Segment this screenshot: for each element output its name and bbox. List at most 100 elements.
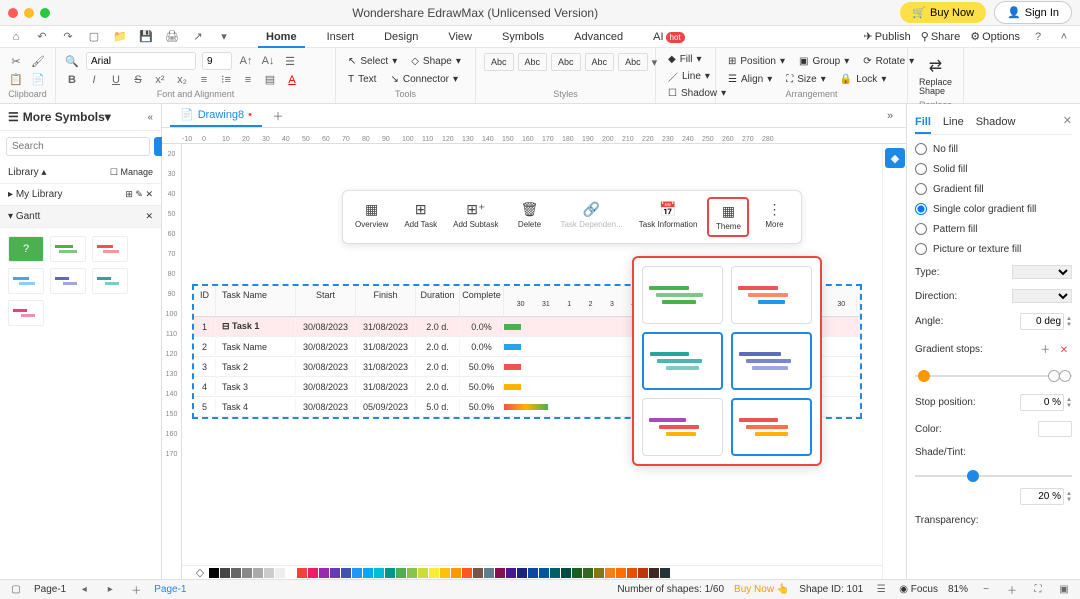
save-icon[interactable]: 💾	[138, 29, 154, 45]
undo-icon[interactable]: ↶	[34, 29, 50, 45]
color-swatch[interactable]	[594, 568, 604, 578]
type-select[interactable]	[1012, 265, 1072, 279]
print-icon[interactable]: 🖨	[164, 29, 180, 45]
color-swatch[interactable]	[297, 568, 307, 578]
fit-page-icon[interactable]: ⛶	[1030, 582, 1046, 598]
lock-tool[interactable]: 🔒 Lock▾	[836, 72, 891, 87]
page-list-icon[interactable]: ▢	[8, 582, 24, 598]
theme-option-3[interactable]	[642, 332, 723, 390]
color-swatch[interactable]	[440, 568, 450, 578]
redo-icon[interactable]: ↷	[60, 29, 76, 45]
format-painter-icon[interactable]: 🖌	[30, 53, 46, 69]
color-swatch[interactable]	[484, 568, 494, 578]
replace-shape-button[interactable]: ⇄ Replace Shape	[916, 52, 955, 100]
color-swatch[interactable]	[231, 568, 241, 578]
tab-ai[interactable]: AIhot	[639, 27, 699, 47]
more-symbols-header[interactable]: ☰ More Symbols ▾ «	[0, 104, 161, 131]
color-swatch[interactable]	[583, 568, 593, 578]
export-icon[interactable]: ↗	[190, 29, 206, 45]
color-swatch[interactable]	[660, 568, 670, 578]
color-swatch[interactable]	[550, 568, 560, 578]
open-icon[interactable]: 📁	[112, 29, 128, 45]
theme-option-2[interactable]	[731, 266, 812, 324]
cut-icon[interactable]: ✂	[8, 53, 24, 69]
gantt-add-subtask[interactable]: ⊞⁺Add Subtask	[447, 197, 504, 237]
color-swatch[interactable]	[473, 568, 483, 578]
tab-insert[interactable]: Insert	[313, 27, 369, 47]
fill-radio-0[interactable]: No fill	[915, 143, 1072, 155]
color-swatch[interactable]	[539, 568, 549, 578]
color-swatch[interactable]	[561, 568, 571, 578]
select-tool[interactable]: ↖ Select ▾	[344, 54, 401, 69]
text-tool[interactable]: T Text	[344, 72, 380, 87]
italic-icon[interactable]: I	[86, 72, 102, 88]
rp-tab-line[interactable]: Line	[943, 112, 964, 134]
superscript-icon[interactable]: x²	[152, 72, 168, 88]
angle-stepper[interactable]: ▲▼	[1066, 316, 1072, 328]
gantt-add-task[interactable]: ⊞Add Task	[398, 197, 443, 237]
color-swatch[interactable]	[341, 568, 351, 578]
search-font-icon[interactable]: 🔍	[64, 53, 80, 69]
color-swatch[interactable]	[451, 568, 461, 578]
angle-input[interactable]	[1020, 313, 1064, 330]
theme-option-4[interactable]	[731, 332, 812, 390]
color-swatch[interactable]	[528, 568, 538, 578]
gantt-theme[interactable]: ▦Theme	[707, 197, 749, 237]
symbol-gantt-1[interactable]	[50, 236, 86, 262]
symbol-gantt-4[interactable]	[50, 268, 86, 294]
font-shrink-icon[interactable]: A↓	[260, 53, 276, 69]
color-swatch[interactable]	[286, 568, 296, 578]
symbol-gantt-3[interactable]	[8, 268, 44, 294]
close-panel-icon[interactable]: ✕	[1063, 114, 1072, 127]
remove-stop-icon[interactable]: ✕	[1056, 342, 1072, 358]
no-color-icon[interactable]: ◇	[192, 565, 208, 580]
fill-radio-4[interactable]: Pattern fill	[915, 223, 1072, 235]
color-swatch[interactable]	[429, 568, 439, 578]
paste-icon[interactable]: 📄	[30, 72, 46, 88]
symbol-gantt-5[interactable]	[92, 268, 128, 294]
font-color-icon[interactable]: A	[284, 72, 300, 88]
color-swatch[interactable]	[517, 568, 527, 578]
style-preset-1[interactable]: Abc	[484, 53, 514, 71]
style-preset-4[interactable]: Abc	[585, 53, 615, 71]
color-swatch[interactable]	[605, 568, 615, 578]
align-tool[interactable]: ☰ Align▾	[724, 72, 776, 87]
tab-symbols[interactable]: Symbols	[488, 27, 558, 47]
next-page-icon[interactable]: ▸	[102, 582, 118, 598]
line-spacing-icon[interactable]: ☰	[282, 53, 298, 69]
gradient-stops-slider[interactable]	[915, 368, 1072, 384]
subscript-icon[interactable]: x₂	[174, 72, 190, 88]
color-swatch[interactable]	[308, 568, 318, 578]
color-swatch[interactable]	[363, 568, 373, 578]
shadow-tool[interactable]: ☐ Shadow ▾	[664, 86, 707, 101]
connector-tool[interactable]: ↘ Connector ▾	[386, 72, 462, 87]
stop-pos-input[interactable]	[1020, 394, 1064, 411]
library-row[interactable]: Library ▴ ☐ Manage	[0, 162, 161, 184]
color-swatch[interactable]	[385, 568, 395, 578]
gantt-more[interactable]: ⋮More	[753, 197, 795, 237]
options-button[interactable]: ⚙ Options	[970, 30, 1020, 43]
bullets-icon[interactable]: ≡	[196, 72, 212, 88]
theme-option-1[interactable]	[642, 266, 723, 324]
symbol-callout[interactable]: ?	[8, 236, 44, 262]
color-swatch[interactable]	[627, 568, 637, 578]
theme-option-5[interactable]	[642, 398, 723, 456]
canvas[interactable]: ▦Overview⊞Add Task⊞⁺Add Subtask🗑Delete🔗T…	[182, 144, 882, 579]
collapse-ribbon-icon[interactable]: ˄	[1056, 29, 1072, 45]
fill-radio-3[interactable]: Single color gradient fill	[915, 203, 1072, 215]
share-button[interactable]: ⚲ Share	[921, 30, 960, 43]
page-name[interactable]: Page-1	[34, 584, 66, 595]
add-page-icon[interactable]: ＋	[128, 582, 144, 598]
color-swatch[interactable]	[1038, 421, 1072, 437]
symbol-gantt-2[interactable]	[92, 236, 128, 262]
color-swatch[interactable]	[649, 568, 659, 578]
page-tab-name[interactable]: Page-1	[154, 584, 186, 595]
tab-design[interactable]: Design	[370, 27, 432, 47]
color-swatch[interactable]	[418, 568, 428, 578]
style-preset-2[interactable]: Abc	[518, 53, 548, 71]
gantt-overview[interactable]: ▦Overview	[349, 197, 394, 237]
line-tool[interactable]: ／ Line ▾	[664, 67, 707, 86]
color-swatch[interactable]	[396, 568, 406, 578]
rp-expand-icon[interactable]: »	[882, 108, 898, 124]
color-swatch[interactable]	[275, 568, 285, 578]
